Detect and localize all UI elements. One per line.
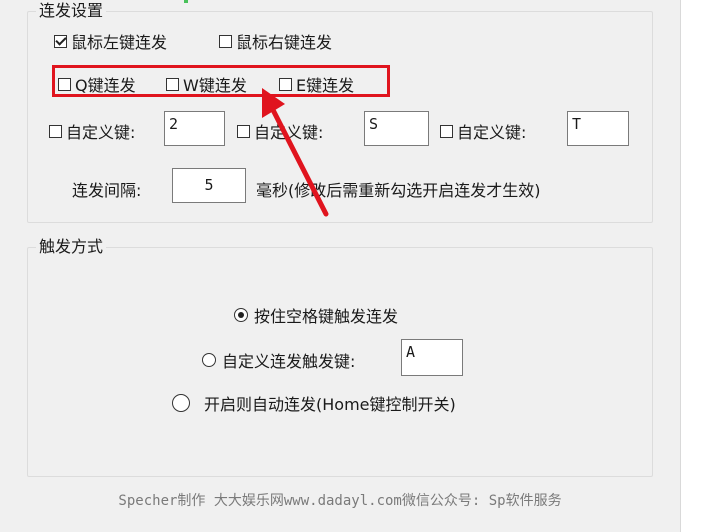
mouse-right-label: 鼠标右键连发 [236, 33, 333, 52]
trigger-auto-label: 开启则自动连发(Home键控制开关) [204, 395, 456, 414]
window-edge-accent [184, 0, 188, 3]
checkbox-box[interactable] [237, 124, 250, 138]
mouse-left-label: 鼠标左键连发 [71, 33, 168, 52]
radio-circle[interactable] [172, 394, 190, 412]
checkbox-box[interactable] [49, 124, 62, 138]
trigger-space-radio[interactable]: 按住空格键触发连发 [234, 303, 398, 327]
interval-input[interactable]: 5 [172, 168, 246, 203]
checkbox-box[interactable] [440, 124, 453, 138]
radio-circle[interactable] [202, 353, 216, 367]
custom-key-1-label: 自定义键: [66, 123, 136, 142]
trigger-space-label: 按住空格键触发连发 [254, 307, 399, 326]
burst-settings-title: 连发设置 [36, 2, 107, 20]
trigger-custom-key-input[interactable]: A [401, 339, 463, 376]
custom-key-3-label: 自定义键: [457, 123, 527, 142]
custom-key-2-label: 自定义键: [254, 123, 324, 142]
annotation-highlight-box [52, 65, 390, 97]
radio-circle[interactable] [234, 308, 248, 322]
interval-label: 连发间隔: [72, 181, 142, 200]
custom-key-2-checkbox[interactable]: 自定义键: [237, 119, 323, 143]
trigger-mode-title: 触发方式 [36, 238, 107, 256]
custom-key-1-input[interactable]: 2 [164, 111, 225, 146]
footer-credits: Specher制作 大大娱乐网www.dadayl.com微信公众号: Sp软件… [118, 493, 562, 509]
mouse-left-checkbox[interactable]: 鼠标左键连发 [54, 29, 167, 53]
custom-key-1-checkbox[interactable]: 自定义键: [49, 119, 135, 143]
custom-key-3-checkbox[interactable]: 自定义键: [440, 119, 526, 143]
trigger-auto-radio[interactable]: 开启则自动连发(Home键控制开关) [172, 391, 456, 415]
custom-key-3-input[interactable]: T [567, 111, 629, 146]
window-side-gutter [680, 0, 701, 532]
checkbox-box[interactable] [54, 34, 67, 48]
custom-key-2-input[interactable]: S [364, 111, 429, 146]
interval-hint: 毫秒(修改后需重新勾选开启连发才生效) [256, 181, 541, 200]
checkbox-box[interactable] [219, 34, 232, 48]
trigger-custom-radio[interactable]: 自定义连发触发键: [202, 348, 355, 372]
trigger-custom-label: 自定义连发触发键: [222, 352, 356, 371]
mouse-right-checkbox[interactable]: 鼠标右键连发 [219, 29, 332, 53]
